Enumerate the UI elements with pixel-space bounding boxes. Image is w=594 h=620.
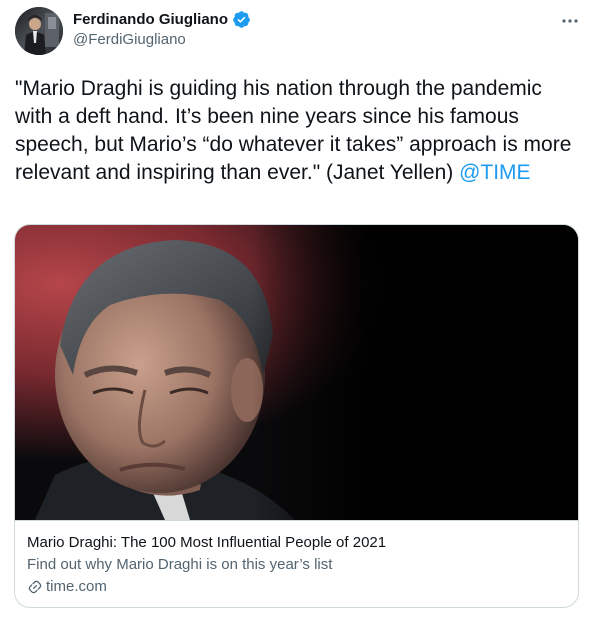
verified-badge-icon: [232, 10, 251, 29]
more-options-icon[interactable]: [558, 12, 582, 30]
link-card[interactable]: Mario Draghi: The 100 Most Influential P…: [14, 224, 579, 608]
link-icon: [27, 579, 43, 595]
tweet: Ferdinando Giugliano @FerdiGiugliano "Ma…: [0, 0, 594, 620]
card-divider: [15, 520, 578, 521]
card-image: [15, 225, 578, 520]
author-handle[interactable]: @FerdiGiugliano: [73, 31, 186, 49]
card-description: Find out why Mario Draghi is on this yea…: [27, 556, 333, 573]
avatar[interactable]: [15, 7, 63, 55]
card-domain-row: time.com: [27, 578, 107, 596]
card-domain: time.com: [46, 578, 107, 595]
card-title: Mario Draghi: The 100 Most Influential P…: [27, 534, 387, 551]
tweet-text: "Mario Draghi is guiding his nation thro…: [15, 75, 580, 187]
author-name-row[interactable]: Ferdinando Giugliano: [73, 10, 251, 29]
mention-link[interactable]: @TIME: [459, 161, 530, 184]
author-display-name[interactable]: Ferdinando Giugliano: [73, 11, 228, 29]
